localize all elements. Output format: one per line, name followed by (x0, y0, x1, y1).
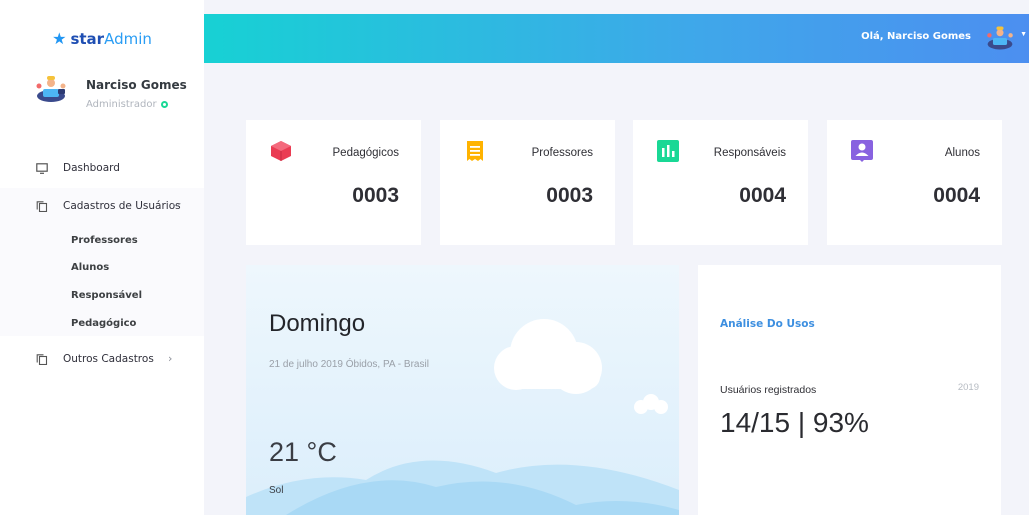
sidebar-item-cadastros-usuarios[interactable]: Cadastros de Usuários ﹀ (0, 188, 204, 224)
usage-year: 2019 (957, 382, 979, 393)
stat-value: 0004 (739, 184, 786, 207)
cube-icon (271, 141, 291, 161)
stat-value: 0003 (352, 184, 399, 207)
sidebar: ★ star Admin Narciso Gomes Administrador … (0, 0, 204, 515)
usage-value: 14/15 | 93% (720, 407, 869, 438)
sidebar-item-outros-cadastros[interactable]: Outros Cadastros › (0, 341, 204, 377)
caret-down-icon[interactable]: ▼ (1020, 31, 1027, 38)
bar-chart-icon (657, 140, 679, 162)
chevron-right-icon: › (168, 352, 173, 365)
submenu-item-alunos[interactable]: Alunos (71, 262, 109, 273)
brand-name-light: Admin (104, 29, 152, 48)
account-box-icon (851, 140, 873, 162)
sidebar-item-label: Dashboard (63, 162, 120, 174)
stat-card-responsaveis: Responsáveis 0004 (633, 120, 808, 245)
avatar[interactable] (985, 24, 1015, 52)
submenu-item-pedagogico[interactable]: Pedagógico (71, 318, 136, 329)
chevron-down-icon: ﹀ (172, 204, 182, 214)
stat-value: 0003 (546, 184, 593, 207)
weather-card: Domingo 21 de julho 2019 Óbidos, PA - Br… (246, 265, 679, 515)
receipt-icon (467, 141, 483, 161)
submenu-item-professores[interactable]: Professores (71, 235, 138, 246)
submenu-item-responsavel[interactable]: Responsável (71, 290, 142, 301)
user-profile[interactable]: Narciso Gomes Administrador (34, 72, 194, 122)
stat-label: Responsáveis (713, 147, 786, 159)
sidebar-item-label: Outros Cadastros (63, 353, 154, 365)
monitor-icon (36, 162, 48, 174)
profile-role-text: Administrador (86, 99, 157, 110)
stat-card-professores: Professores 0003 (440, 120, 615, 245)
online-status-icon (160, 100, 168, 108)
weather-condition: Sol (269, 485, 284, 496)
copy-icon (36, 353, 48, 365)
weather-date-location: 21 de julho 2019 Óbidos, PA - Brasil (269, 359, 429, 370)
sidebar-item-label: Cadastros de Usuários (63, 200, 181, 212)
stat-card-alunos: Alunos 0004 (827, 120, 1002, 245)
brand-logo[interactable]: ★ star Admin (0, 14, 204, 63)
brand-name-bold: star (70, 29, 105, 48)
stat-label: Alunos (944, 147, 980, 159)
usage-title: Análise Do Usos (720, 318, 815, 330)
stat-value: 0004 (933, 184, 980, 207)
star-icon: ★ (52, 29, 67, 48)
profile-role: Administrador (86, 99, 168, 110)
weather-temperature: 21 °C (269, 437, 337, 467)
app: ★ star Admin Narciso Gomes Administrador … (0, 0, 1029, 515)
copy-icon (36, 200, 48, 212)
avatar (36, 76, 66, 102)
weather-day: Domingo (269, 310, 366, 337)
profile-name: Narciso Gomes (86, 78, 187, 92)
usage-label: Usuários registrados (720, 384, 817, 396)
sidebar-item-dashboard[interactable]: Dashboard (0, 150, 204, 186)
stat-label: Pedagógicos (332, 147, 400, 159)
usage-analysis-card: Análise Do Usos Usuários registrados 201… (698, 265, 1001, 515)
submenu-cadastros: Professores Alunos Responsável Pedagógic… (0, 224, 204, 336)
user-greeting[interactable]: Olá, Narciso Gomes (861, 31, 971, 42)
stat-label: Professores (531, 147, 593, 159)
stat-card-pedagogicos: Pedagógicos 0003 (246, 120, 421, 245)
top-navbar: Olá, Narciso Gomes ▼ (204, 14, 1029, 63)
weather-illustration (246, 319, 679, 515)
